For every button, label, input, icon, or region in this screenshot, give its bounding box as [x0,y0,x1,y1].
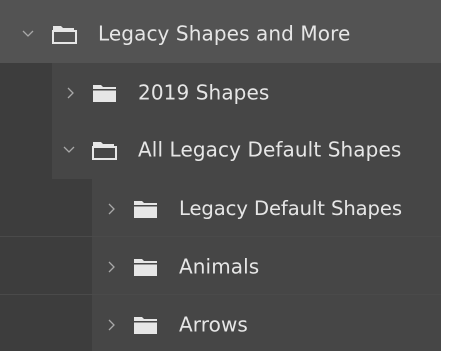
tree-item-label: 2019 Shapes [138,80,270,105]
tree-item-arrows[interactable]: Arrows [0,295,441,351]
folder-icon [133,199,159,219]
tree-item-2019-shapes[interactable]: 2019 Shapes [0,63,441,122]
chevron-right-icon[interactable] [105,318,119,332]
tree-item-label: Animals [179,254,260,279]
indent-guide [0,295,92,351]
tree-item-all-legacy-default-shapes[interactable]: All Legacy Default Shapes [0,120,441,179]
folder-open-icon [52,24,78,44]
chevron-down-icon[interactable] [21,27,35,41]
tree-item-label: Legacy Default Shapes [179,196,402,220]
chevron-down-icon[interactable] [62,143,76,157]
tree-item-legacy-default-shapes[interactable]: Legacy Default Shapes [0,179,441,238]
chevron-right-icon[interactable] [64,86,78,100]
indent-guide [0,237,92,296]
folder-icon [92,83,118,103]
tree-item-legacy-shapes-and-more[interactable]: Legacy Shapes and More [0,4,441,63]
tree-item-label: Legacy Shapes and More [98,21,351,46]
indent-guide [0,63,52,122]
indent-guide [0,120,52,179]
folder-open-icon [92,140,118,160]
tree-item-animals[interactable]: Animals [0,237,441,296]
tree-item-label: All Legacy Default Shapes [138,137,402,162]
folder-icon [133,257,159,277]
panel-edge [441,0,472,351]
tree-item-label: Arrows [179,312,248,337]
chevron-right-icon[interactable] [105,202,119,216]
shapes-panel: Legacy Shapes and More 2019 Shapes All L… [0,0,441,351]
chevron-right-icon[interactable] [105,260,119,274]
folder-icon [133,315,159,335]
indent-guide [0,179,92,238]
